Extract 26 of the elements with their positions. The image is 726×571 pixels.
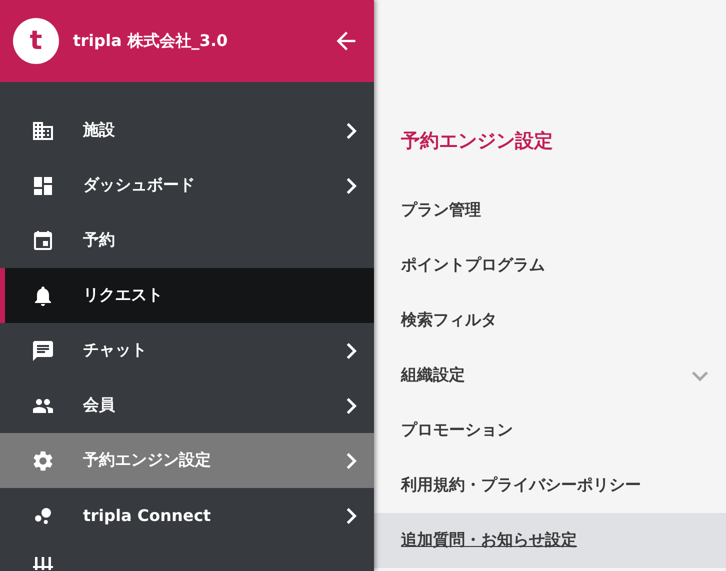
bubbles-icon: [33, 506, 53, 526]
sidebar-item[interactable]: ダッシュボード: [0, 158, 374, 213]
submenu-item[interactable]: プロモーション: [374, 403, 726, 458]
submenu-item[interactable]: 追加質問・お知らせ設定: [374, 513, 726, 568]
submenu-title: 予約エンジン設定: [400, 129, 554, 154]
sidebar-item[interactable]: 予約エンジン設定: [0, 433, 374, 488]
submenu-item[interactable]: 検索フィルタ: [374, 293, 726, 348]
sidebar-item[interactable]: リクエスト: [0, 268, 374, 323]
gear-icon: [33, 450, 53, 470]
chat-icon: [33, 340, 53, 360]
bell-icon: [33, 286, 53, 306]
sidebar-item[interactable]: 予約: [0, 213, 374, 268]
bars-icon: [33, 557, 53, 570]
sidebar-item[interactable]: 施設: [0, 103, 374, 158]
avatar: t: [13, 18, 59, 64]
sidebar-item[interactable]: 会員: [0, 378, 374, 433]
company-name: tripla 株式会社_3.0: [73, 30, 229, 52]
submenu-item[interactable]: 組織設定: [374, 348, 726, 403]
submenu-item[interactable]: 利用規約・プライバシーポリシー: [374, 458, 726, 513]
dashboard-icon: [33, 176, 53, 196]
submenu-item[interactable]: プラン管理: [374, 183, 726, 238]
sidebar-item[interactable]: tripla Connect: [0, 488, 374, 543]
submenu-item[interactable]: ポイントプログラム: [374, 238, 726, 293]
sidebar-item[interactable]: チャット: [0, 323, 374, 378]
building-icon: [33, 120, 53, 140]
calendar-icon: [33, 230, 53, 250]
